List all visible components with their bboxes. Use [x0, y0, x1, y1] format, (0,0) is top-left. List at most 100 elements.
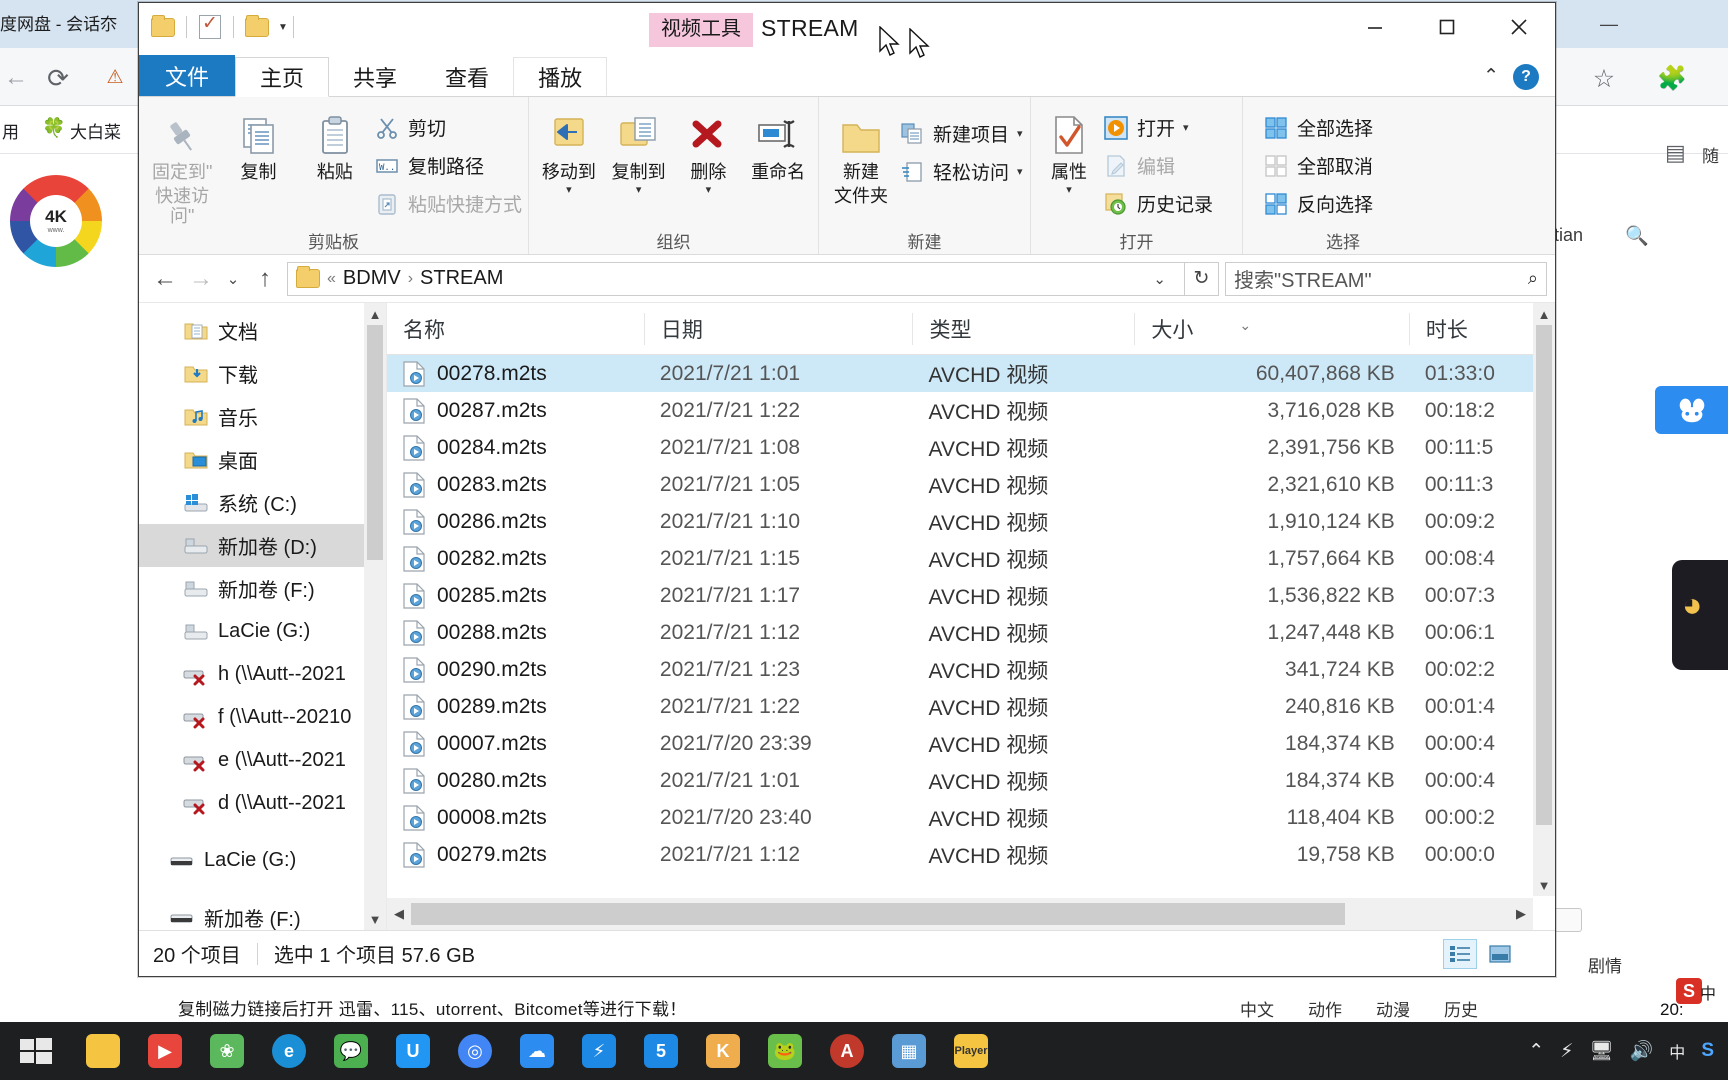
browser-back-icon[interactable]: ← [0, 62, 32, 94]
table-row[interactable]: 00290.m2ts 2021/7/21 1:23 AVCHD 视频 341,724 … [387, 651, 1555, 688]
table-row[interactable]: 00280.m2ts 2021/7/21 1:01 AVCHD 视频 184,374 … [387, 762, 1555, 799]
navigation-scrollbar[interactable]: ▲ ▼ [364, 303, 386, 930]
taskbar-item-chrome[interactable]: ◎ [444, 1022, 506, 1080]
ribbon-tab-file[interactable]: 文件 [139, 55, 236, 96]
qat-customize-button[interactable] [239, 10, 275, 44]
chevron-down-icon[interactable]: ▾ [1017, 165, 1023, 178]
start-button[interactable] [0, 1022, 72, 1080]
ribbon-tab-share[interactable]: 共享 [329, 57, 421, 96]
column-header-date[interactable]: 日期 [643, 312, 913, 345]
chevron-down-icon[interactable]: ▾ [566, 184, 572, 197]
up-button[interactable]: ↑ [247, 261, 283, 297]
maximize-button[interactable] [1411, 3, 1483, 51]
forward-button[interactable]: → [183, 261, 219, 297]
nav-item-network-d[interactable]: d (\\Autt--2021 [139, 782, 386, 825]
page-search-icon[interactable]: 🔍 [1625, 224, 1649, 248]
volume-icon[interactable]: 🔊 [1630, 1039, 1654, 1063]
nav-item-volume-f-2[interactable]: 新加卷 (F:) [139, 896, 386, 930]
select-none-button[interactable]: 全部取消 [1263, 149, 1373, 182]
table-row[interactable]: 00289.m2ts 2021/7/21 1:22 AVCHD 视频 240,816 … [387, 688, 1555, 725]
tray-ime-label[interactable]: 中 [1669, 1039, 1685, 1063]
nav-item-network-h[interactable]: h (\\Autt--2021 [139, 653, 386, 696]
invert-selection-button[interactable]: 反向选择 [1263, 187, 1373, 220]
taskbar-item-potplayer[interactable]: Player [940, 1022, 1002, 1080]
page-category-4[interactable]: 历史 [1444, 996, 1478, 1021]
table-row[interactable]: 00288.m2ts 2021/7/21 1:12 AVCHD 视频 1,247,44… [387, 614, 1555, 651]
file-list-horizontal-scrollbar[interactable]: ◀ ▶ [387, 898, 1533, 930]
browser-tab-title[interactable]: 度网盘 - 会话夵 [0, 8, 150, 42]
chevron-down-icon[interactable]: ▾ [636, 184, 642, 197]
cut-button[interactable]: 剪切 [374, 111, 522, 144]
nav-item-network-e[interactable]: e (\\Autt--2021 [139, 739, 386, 782]
scroll-up-icon[interactable]: ▲ [1538, 303, 1551, 325]
taskbar-item-clover[interactable]: ❀ [196, 1022, 258, 1080]
easy-access-button[interactable]: 轻松访问 ▾ [899, 155, 1023, 188]
taskbar-item-app5[interactable]: 5 [630, 1022, 692, 1080]
pin-to-quick-access-button[interactable]: 固定到" 快速访问" [145, 103, 219, 227]
page-grid-icon[interactable]: ▤ [1665, 140, 1686, 166]
properties-button[interactable]: 属性 ▾ [1037, 103, 1101, 196]
netdisk-side-badge[interactable] [1655, 386, 1728, 434]
scroll-down-icon[interactable]: ▼ [1538, 874, 1551, 896]
details-view-button[interactable] [1443, 938, 1477, 969]
copy-button[interactable]: 复制 [221, 103, 295, 183]
taskbar-item-netdisk[interactable]: ☁ [506, 1022, 568, 1080]
ribbon-tab-home[interactable]: 主页 [235, 57, 330, 97]
taskbar-item-a[interactable]: A [816, 1022, 878, 1080]
chevron-down-icon[interactable]: ▾ [1066, 184, 1072, 197]
edit-button[interactable]: 编辑 [1103, 149, 1213, 182]
nav-item-lacie-g[interactable]: LaCie (G:) [139, 610, 386, 653]
file-list-vertical-scrollbar[interactable]: ▲ ▼ [1533, 303, 1555, 896]
close-button[interactable] [1483, 3, 1555, 51]
column-header-name[interactable]: 名称 [387, 313, 644, 345]
column-header-type[interactable]: 类型 [912, 312, 1134, 345]
paste-shortcut-button[interactable]: 粘贴快捷方式 [374, 187, 522, 220]
thunder-tray-icon[interactable]: ⚡ [1560, 1040, 1573, 1063]
table-row[interactable]: 00007.m2ts 2021/7/20 23:39 AVCHD 视频 184,374… [387, 725, 1555, 762]
new-folder-button[interactable]: 新建 文件夹 [825, 103, 897, 206]
table-row[interactable]: 00279.m2ts 2021/7/21 1:12 AVCHD 视频 19,758 K… [387, 836, 1555, 873]
new-item-button[interactable]: 新建项目 ▾ [899, 117, 1023, 150]
search-input[interactable]: 搜索"STREAM" ⌕ [1225, 261, 1547, 296]
bookmark-item-1[interactable]: 用 [2, 118, 19, 143]
rename-button[interactable]: 重命名 [744, 103, 812, 183]
table-row[interactable]: 00284.m2ts 2021/7/21 1:08 AVCHD 视频 2,391,75… [387, 429, 1555, 466]
nav-item-system-c[interactable]: 系统 (C:) [139, 481, 386, 524]
nav-item-volume-f[interactable]: 新加卷 (F:) [139, 567, 386, 610]
browser-extensions-icon[interactable]: 🧩 [1655, 62, 1689, 96]
nav-item-downloads[interactable]: 下载 [139, 352, 386, 395]
page-category-juqing[interactable]: 剧情 [1588, 952, 1622, 977]
history-button[interactable]: 历史记录 [1103, 187, 1213, 220]
taskbar-item-thunder[interactable]: ⚡ [568, 1022, 630, 1080]
scrollbar-thumb[interactable] [411, 903, 1345, 925]
delete-button[interactable]: 删除 ▾ [675, 103, 743, 196]
scroll-left-icon[interactable]: ◀ [387, 906, 411, 922]
taskbar-item-media-player[interactable]: ▶ [134, 1022, 196, 1080]
back-button[interactable]: ← [147, 261, 183, 297]
browser-reload-icon[interactable]: ⟳ [42, 62, 74, 94]
taskbar-item-blue[interactable]: ▦ [878, 1022, 940, 1080]
table-row[interactable]: 00286.m2ts 2021/7/21 1:10 AVCHD 视频 1,910,12… [387, 503, 1555, 540]
chevron-down-icon[interactable]: ▾ [706, 184, 712, 197]
ribbon-tab-view[interactable]: 查看 [421, 57, 513, 96]
page-category-tabs[interactable]: 中文 动作 动漫 历史 [1240, 990, 1728, 1026]
table-row[interactable]: 00285.m2ts 2021/7/21 1:17 AVCHD 视频 1,536,82… [387, 577, 1555, 614]
page-category-1[interactable]: 动作 [1308, 996, 1342, 1021]
taskbar-item-edge[interactable]: e [258, 1022, 320, 1080]
page-category-2[interactable]: 动漫 [1376, 996, 1410, 1021]
qat-new-folder-button[interactable] [145, 10, 181, 44]
move-to-button[interactable]: 移动到 ▾ [535, 103, 603, 196]
refresh-button[interactable]: ↻ [1185, 261, 1219, 296]
recent-locations-button[interactable]: ⌄ [219, 261, 247, 297]
nav-item-lacie-g-2[interactable]: LaCie (G:) [139, 839, 386, 882]
chevron-up-icon[interactable]: ⌃ [1483, 65, 1499, 88]
browser-minimize-icon[interactable]: — [1600, 14, 1618, 35]
scroll-down-icon[interactable]: ▼ [369, 908, 382, 930]
tray-ime-s[interactable]: S [1701, 1040, 1714, 1062]
copy-to-button[interactable]: 复制到 ▾ [605, 103, 673, 196]
nav-item-desktop[interactable]: 桌面 [139, 438, 386, 481]
chevron-down-icon[interactable]: ⌄ [1143, 270, 1176, 288]
chevron-down-icon[interactable]: ▾ [1183, 121, 1189, 134]
browser-warning-icon[interactable]: ⚠ [100, 62, 130, 94]
nav-item-documents[interactable]: 文档 [139, 309, 386, 352]
